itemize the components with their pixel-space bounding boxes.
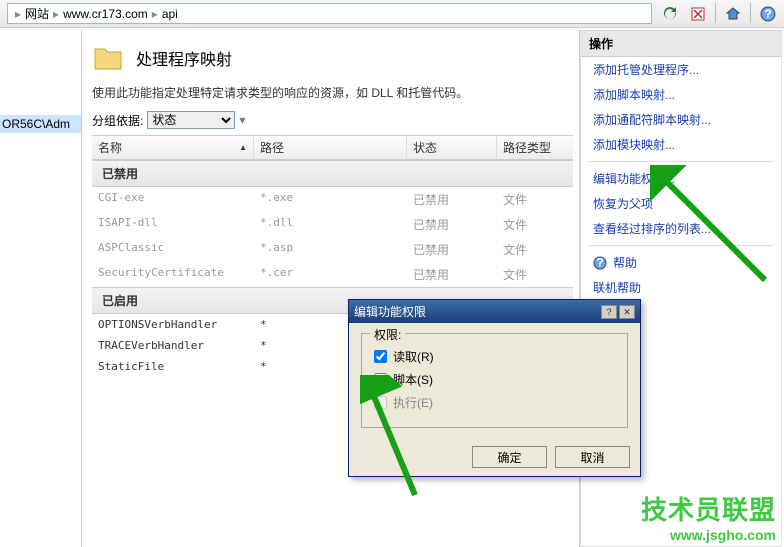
table-row[interactable]: SecurityCertificate*.cer已禁用文件 [92,262,573,287]
action-online-help[interactable]: 联机帮助 [581,275,781,300]
action-add-wildcard[interactable]: 添加通配符脚本映射... [581,107,781,132]
col-state[interactable]: 状态 [407,136,497,159]
address-toolbar: ▸ 网站 ▸ www.cr173.com ▸ api ? [0,0,784,28]
permissions-group-label: 权限: [370,326,405,343]
refresh-button[interactable] [659,3,681,25]
stop-button[interactable] [687,3,709,25]
execute-checkbox [374,396,387,409]
col-name[interactable]: 名称 ▲ [92,136,254,159]
breadcrumb[interactable]: ▸ 网站 ▸ www.cr173.com ▸ api [7,3,652,24]
action-add-module[interactable]: 添加模块映射... [581,132,781,157]
action-revert[interactable]: 恢复为父项 [581,191,781,216]
actions-header: 操作 [581,31,781,57]
dropdown-separator: ▾ [239,113,245,127]
execute-checkbox-row: 执行(E) [374,394,615,411]
watermark-title: 技术员联盟 [641,490,776,527]
dialog-title: 编辑功能权限 [354,303,426,320]
col-type[interactable]: 路径类型 [497,136,573,159]
watermark-url: www.jsgho.com [641,527,776,543]
svg-text:?: ? [596,256,603,270]
chevron-icon: ▸ [152,7,158,21]
help-icon: ? [593,256,607,270]
crumb-sites[interactable]: 网站 [25,5,49,22]
help-button[interactable]: ? [757,3,779,25]
table-row[interactable]: CGI-exe*.exe已禁用文件 [92,187,573,212]
table-header-row: 名称 ▲ 路径 状态 路径类型 [92,136,573,160]
dialog-titlebar[interactable]: 编辑功能权限 ? ✕ [349,300,640,323]
handler-mappings-icon [92,42,124,74]
page-description: 使用此功能指定处理特定请求类型的响应的资源，如 DLL 和托管代码。 [92,84,573,101]
action-add-managed[interactable]: 添加托管处理程序... [581,57,781,82]
edit-permissions-dialog: 编辑功能权限 ? ✕ 权限: 读取(R) 脚本(S) 执行(E) 确定 取消 [348,299,641,477]
action-add-script[interactable]: 添加脚本映射... [581,82,781,107]
read-checkbox-row[interactable]: 读取(R) [374,348,615,365]
read-checkbox[interactable] [374,350,387,363]
sort-up-icon: ▲ [239,143,247,152]
action-view-ordered[interactable]: 查看经过排序的列表... [581,216,781,241]
svg-text:?: ? [764,7,771,21]
script-checkbox[interactable] [374,373,387,386]
home-button[interactable] [722,3,744,25]
tree-node-server[interactable]: OR56C\Adm [0,115,81,133]
group-by-select[interactable]: 状态 [147,111,235,129]
watermark: 技术员联盟 www.jsgho.com [641,490,776,543]
col-path[interactable]: 路径 [254,136,407,159]
action-edit-permissions[interactable]: 编辑功能权限... [581,166,781,191]
script-checkbox-row[interactable]: 脚本(S) [374,371,615,388]
table-row[interactable]: ISAPI-dll*.dll已禁用文件 [92,212,573,237]
group-disabled[interactable]: 已禁用 [92,160,573,187]
close-icon[interactable]: ✕ [619,305,635,319]
crumb-host[interactable]: www.cr173.com [63,7,148,21]
page-title: 处理程序映射 [136,46,232,70]
chevron-icon: ▸ [53,7,59,21]
table-row[interactable]: ASPClassic*.asp已禁用文件 [92,237,573,262]
chevron-icon: ▸ [15,7,21,21]
connections-tree[interactable]: OR56C\Adm [0,30,82,547]
crumb-api[interactable]: api [162,7,178,21]
group-by-label: 分组依据: [92,112,143,129]
action-help[interactable]: ? 帮助 [581,250,781,275]
cancel-button[interactable]: 取消 [555,446,630,468]
dialog-help-icon[interactable]: ? [601,305,617,319]
ok-button[interactable]: 确定 [472,446,547,468]
